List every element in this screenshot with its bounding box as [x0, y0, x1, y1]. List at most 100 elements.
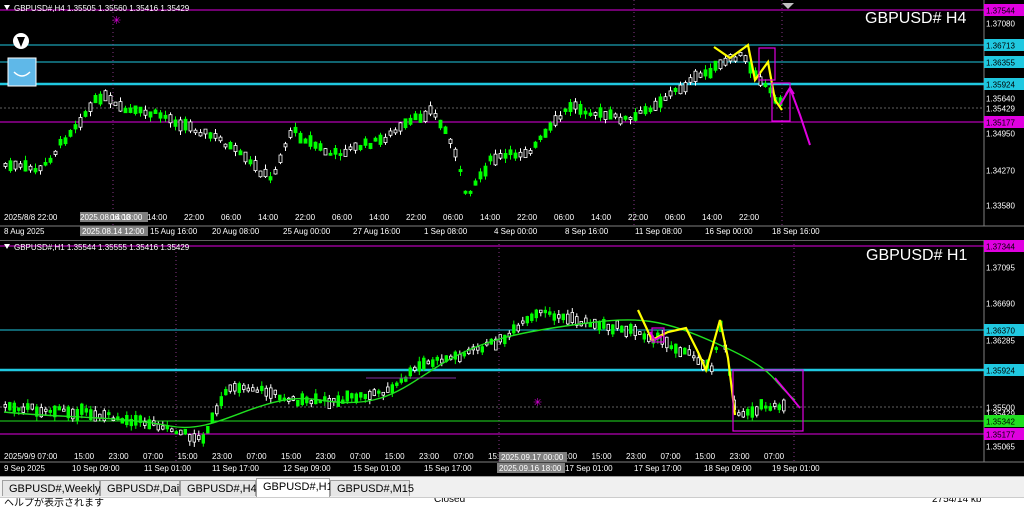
time-axis-label: 12 Sep 09:00 [283, 464, 331, 473]
candle-body [553, 115, 558, 126]
price-level-label: 1.36713 [986, 42, 1015, 51]
candle-body [530, 313, 534, 321]
candle-body [303, 138, 308, 144]
candle-body [422, 357, 426, 370]
candle-body [378, 134, 383, 145]
candle-body [423, 110, 428, 122]
h1-chart-window[interactable]: ✳ GBPUSD#,H1 1.35544 1.35555 1.35416 1.35… [0, 240, 1024, 476]
candle-body [428, 105, 433, 115]
candle-body [658, 96, 663, 108]
price-axis-label: 1.37080 [986, 20, 1015, 29]
tab-daily[interactable]: GBPUSD#,Daily [100, 480, 187, 496]
candle-body [373, 137, 378, 142]
candle-body [713, 60, 718, 71]
candle-body [156, 423, 160, 431]
tab-h4[interactable]: GBPUSD#,H4 [180, 480, 257, 496]
time-axis-label-upper: 06:00 [221, 213, 242, 222]
candle-body [63, 137, 68, 145]
price-axis-label: 1.36285 [986, 337, 1015, 346]
time-axis-label-upper: 06:00 [110, 213, 131, 222]
candle-body [692, 355, 696, 359]
time-axis-label: 19 Sep 01:00 [772, 464, 820, 473]
candle-body [93, 95, 98, 104]
candle-body [148, 111, 153, 118]
candle-body [354, 393, 358, 403]
candle-body [653, 100, 658, 111]
candle-body [648, 107, 653, 113]
time-axis-label-upper: 07:00 [454, 452, 475, 461]
candle-body [343, 148, 348, 157]
candle-body [606, 323, 610, 332]
candle-body [476, 346, 480, 351]
candle-body [633, 112, 638, 121]
candle-body [170, 428, 174, 432]
candle-body [158, 112, 163, 119]
candle-body [693, 70, 698, 82]
h4-price-chart[interactable]: GBPUSD#,H4 1.35505 1.35560 1.35416 1.354… [0, 0, 1024, 240]
candle-body [568, 102, 573, 113]
candle-body [608, 109, 613, 120]
candle-body [413, 113, 418, 121]
crosshair-marker: ✳ [112, 15, 121, 27]
tab-h1[interactable]: GBPUSD#,H1 [256, 478, 333, 498]
time-axis-label-upper: 14:00 [369, 213, 390, 222]
time-axis-label-upper: 07:00 [350, 452, 371, 461]
candle-body [408, 367, 412, 377]
candle-body [383, 136, 388, 143]
candle-body [620, 325, 624, 333]
candle-body [773, 402, 777, 407]
candle-body [687, 349, 691, 356]
candle-body [624, 325, 628, 337]
crosshair-marker: ✳ [533, 397, 542, 409]
candle-body [388, 130, 393, 136]
candle-body [206, 425, 210, 434]
candle-body [683, 347, 687, 355]
candle-body [714, 347, 718, 350]
chart-symbol-title: GBPUSD# H1 [866, 247, 967, 264]
candle-body [669, 345, 673, 350]
candle-body [233, 383, 237, 392]
candle-body [359, 392, 363, 398]
candle-body [538, 135, 543, 141]
candle-body [534, 309, 538, 319]
h4-chart-window[interactable]: GBPUSD#,H4 1.35505 1.35560 1.35416 1.354… [0, 0, 1024, 240]
candle-body [298, 132, 303, 144]
candle-body [68, 129, 73, 137]
candle-body [533, 141, 538, 148]
time-axis-label-upper: 23:00 [730, 452, 751, 461]
candle-body [678, 84, 683, 95]
candle-body [583, 110, 588, 115]
time-axis-label-upper: 06:00 [443, 213, 464, 222]
candle-body [426, 360, 430, 365]
candle-body [210, 412, 214, 424]
candle-body [593, 318, 597, 329]
candle-body [377, 390, 381, 394]
time-axis-label-upper: 07:00 [247, 452, 268, 461]
candle-body [618, 116, 623, 125]
candle-body [438, 119, 443, 129]
candle-body [128, 107, 133, 113]
candle-body [468, 190, 473, 194]
candle-body [43, 162, 48, 166]
candle-body [215, 405, 219, 415]
time-axis-label: 15 Aug 16:00 [150, 227, 198, 236]
candle-body [3, 404, 7, 408]
time-axis-label: 4 Sep 00:00 [494, 227, 538, 236]
time-axis-label-upper: 22:00 [628, 213, 649, 222]
tab-weekly[interactable]: GBPUSD#,Weekly [2, 480, 101, 496]
candle-body [557, 314, 561, 319]
candle-body [570, 311, 574, 323]
candle-body [525, 316, 529, 324]
time-axis-label: 27 Aug 16:00 [353, 227, 401, 236]
candle-body [183, 428, 187, 435]
candle-body [208, 132, 213, 139]
candle-body [386, 386, 390, 393]
tab-m15[interactable]: GBPUSD#,M15 [330, 480, 414, 496]
time-axis-label-upper: 14:00 [480, 213, 501, 222]
candle-body [398, 122, 403, 132]
h1-price-chart[interactable]: ✳ GBPUSD#,H1 1.35544 1.35555 1.35416 1.35… [0, 240, 1024, 476]
candle-body [393, 129, 398, 134]
candle-body [458, 169, 463, 173]
candle-body [278, 394, 282, 401]
candle-body [273, 389, 277, 395]
